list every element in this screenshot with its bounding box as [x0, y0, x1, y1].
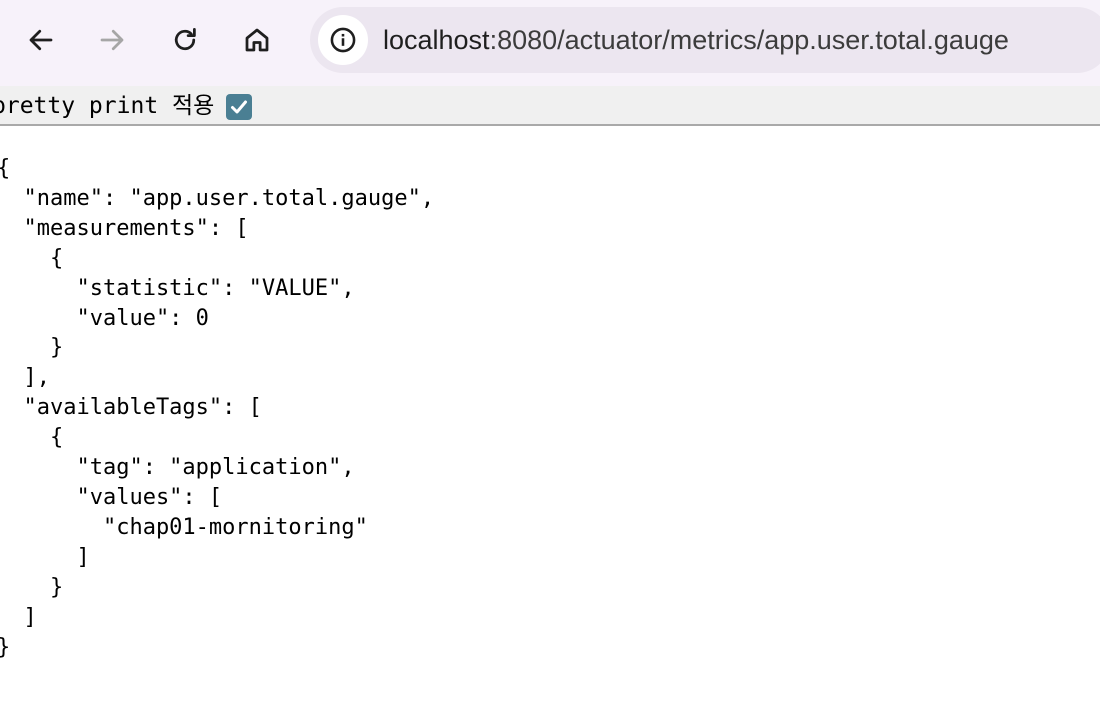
- reload-button[interactable]: [162, 17, 208, 63]
- json-line: }: [0, 574, 64, 600]
- json-line: "measurements": [: [0, 215, 249, 241]
- pretty-print-bar: pretty print 적용: [0, 86, 1100, 126]
- json-line: {: [0, 425, 64, 451]
- url-path: :8080/actuator/metrics/app.user.total.ga…: [489, 25, 1009, 55]
- home-button[interactable]: [234, 17, 280, 63]
- json-line: "value": 0: [0, 305, 209, 331]
- json-line: ]: [0, 604, 37, 630]
- json-line: {: [0, 156, 10, 181]
- pretty-print-label: pretty print 적용: [0, 93, 215, 119]
- json-line: ],: [0, 365, 50, 391]
- url-text[interactable]: localhost:8080/actuator/metrics/app.user…: [383, 24, 1009, 56]
- json-line: "chap01-mornitoring": [0, 514, 368, 540]
- reload-icon: [174, 28, 196, 51]
- checkmark-icon: [231, 100, 247, 114]
- json-line: "tag": "application",: [0, 455, 355, 481]
- json-line: "name": "app.user.total.gauge",: [0, 185, 435, 211]
- arrow-right-icon: [100, 29, 124, 51]
- json-line: {: [0, 245, 64, 271]
- json-line: "statistic": "VALUE",: [0, 275, 355, 301]
- url-host: localhost: [383, 25, 490, 55]
- json-line: "values": [: [0, 484, 223, 510]
- address-bar[interactable]: localhost:8080/actuator/metrics/app.user…: [310, 7, 1100, 73]
- json-line: "availableTags": [: [0, 395, 262, 421]
- forward-button[interactable]: [89, 17, 135, 63]
- home-icon: [245, 28, 269, 52]
- browser-toolbar: localhost:8080/actuator/metrics/app.user…: [0, 0, 1100, 86]
- json-viewer: { "name": "app.user.total.gauge", "measu…: [0, 154, 434, 662]
- json-line: ]: [0, 544, 90, 570]
- back-button[interactable]: [18, 17, 64, 63]
- info-circle-icon: [330, 27, 356, 53]
- arrow-left-icon: [29, 29, 53, 51]
- site-info-button[interactable]: [318, 15, 368, 65]
- pretty-print-checkbox[interactable]: [226, 94, 252, 120]
- json-line: }: [0, 335, 64, 361]
- json-line: }: [0, 635, 10, 660]
